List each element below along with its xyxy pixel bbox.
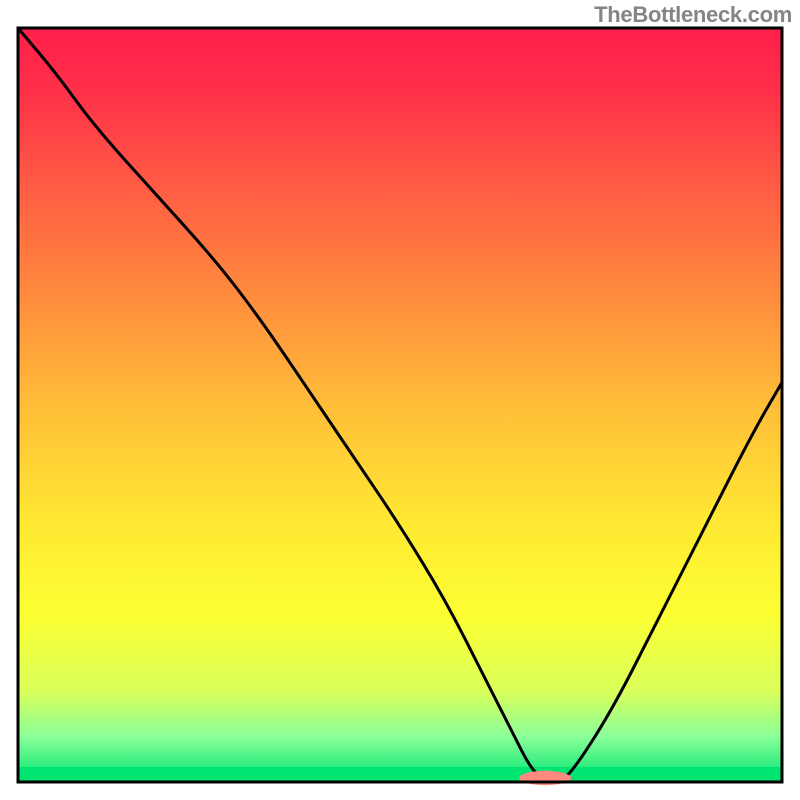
gradient-background [18, 28, 782, 782]
bottleneck-chart: TheBottleneck.com [0, 0, 800, 800]
optimal-band [18, 767, 782, 782]
chart-svg [0, 0, 800, 800]
watermark-text: TheBottleneck.com [594, 2, 792, 28]
